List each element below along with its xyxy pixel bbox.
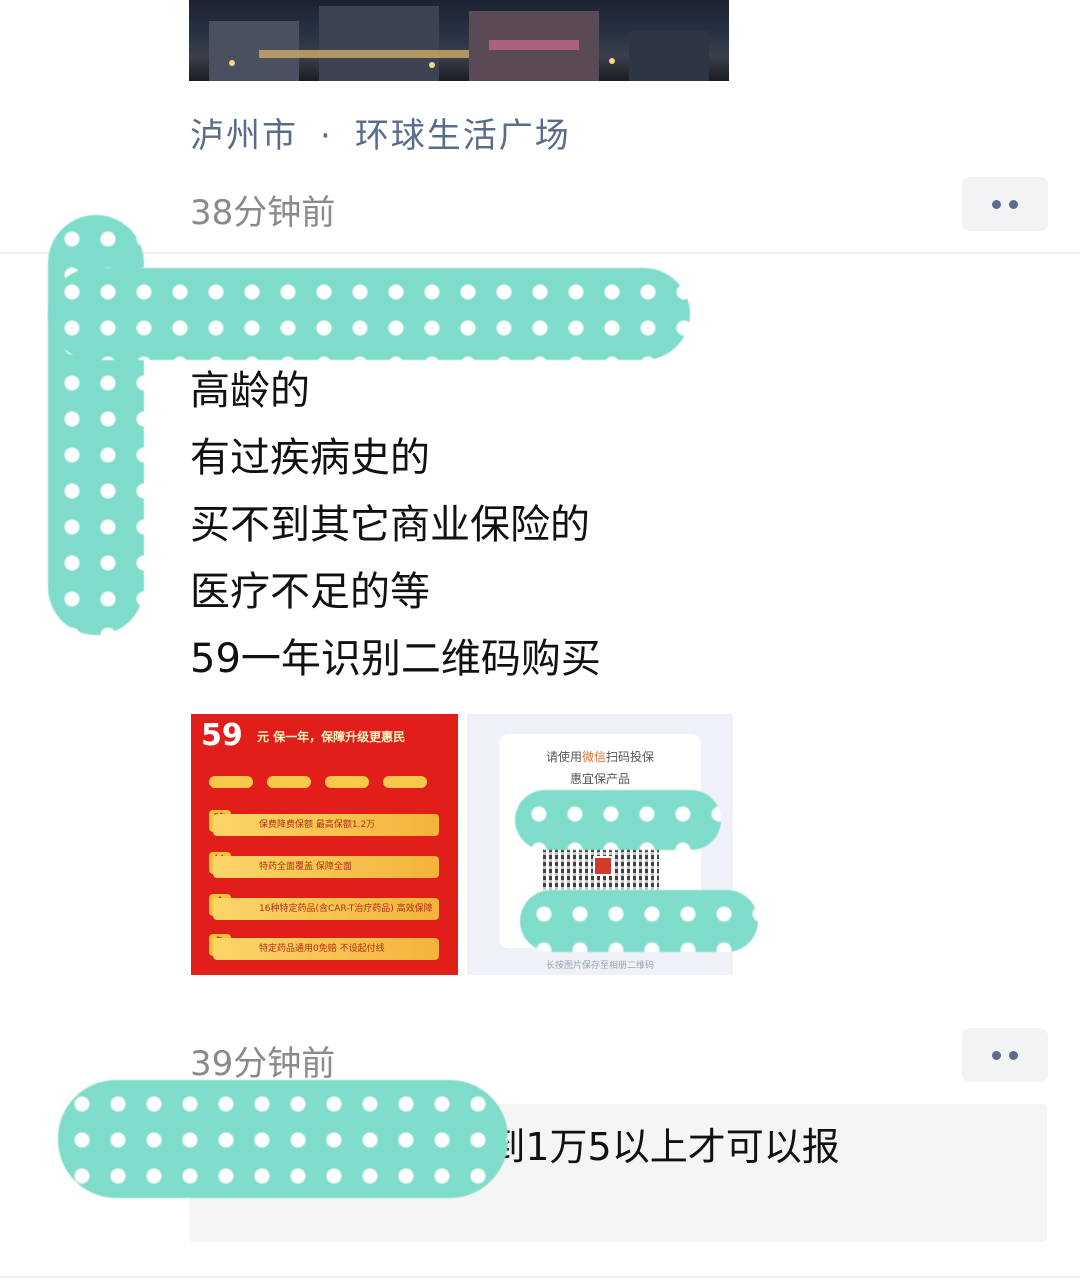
dot-icon — [1009, 199, 1018, 209]
redaction-mark — [58, 1080, 508, 1198]
redaction-mark — [515, 790, 721, 850]
post-timestamp: 38分钟前 — [190, 193, 336, 233]
insurance-poster-image[interactable]: 59 元 保一年，保障升级更惠民 降 保费降费保额 最高保额1.2万 扩 特药全… — [191, 714, 458, 975]
dot-icon — [1009, 1050, 1018, 1060]
more-options-button[interactable] — [962, 1028, 1048, 1082]
dot-icon — [992, 1050, 1001, 1060]
qr-footer: 长按图片保存至相册二维码 — [545, 961, 654, 971]
poster-headline: 元 保一年，保障升级更惠民 — [257, 730, 406, 744]
post-body: 高龄的 有过疾病史的 买不到其它商业保险的 医疗不足的等 59一年识别二维码购买 — [190, 358, 601, 693]
dot-icon — [992, 199, 1001, 209]
location-photo[interactable] — [189, 0, 729, 81]
qr-instruction: 请使用微信扫码投保 — [545, 750, 655, 764]
poster-feature-chips — [209, 776, 427, 788]
poster-row-text: 保费降费保额 最高保额1.2万 — [213, 814, 439, 836]
post-timestamp: 39分钟前 — [190, 1044, 336, 1084]
poster-row-text: 特药全面覆盖 保障全面 — [213, 856, 439, 878]
post-line: 有过疾病史的 — [190, 435, 430, 481]
location-separator: · — [320, 116, 333, 156]
post-divider — [0, 252, 1080, 254]
qr-logo-icon — [593, 856, 613, 876]
post-divider — [0, 1276, 1080, 1278]
location-place: 环球生活广场 — [354, 116, 571, 156]
post-line: 医疗不足的等 — [190, 569, 430, 615]
poster-row-text: 16种特定药品(含CAR-T治疗药品) 高效保障 — [213, 898, 439, 920]
poster-row-text: 特定药品通用0免赔 不设起付线 — [213, 938, 439, 960]
post-line: 高龄的 — [190, 368, 310, 414]
post-line: 买不到其它商业保险的 — [190, 502, 590, 548]
redaction-mark — [520, 890, 758, 952]
more-options-button[interactable] — [962, 177, 1048, 231]
poster-price: 59 — [201, 718, 243, 753]
redaction-mark — [48, 268, 690, 360]
location-city: 泸州市 — [190, 116, 298, 156]
qr-product-name: 惠宜保产品 — [569, 772, 630, 786]
post-line: 59一年识别二维码购买 — [190, 636, 601, 682]
location-link[interactable]: 泸州市 · 环球生活广场 — [190, 108, 571, 157]
